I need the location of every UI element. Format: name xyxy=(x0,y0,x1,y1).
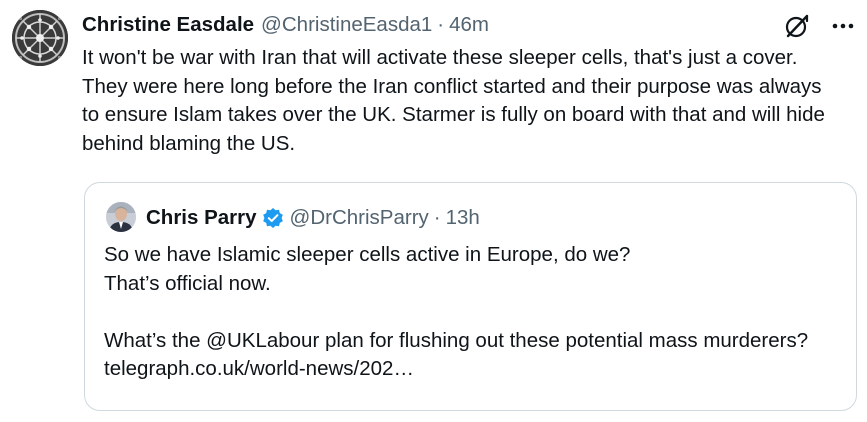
verified-badge-icon xyxy=(262,207,284,229)
quoted-text-line: So we have Islamic sleeper cells active … xyxy=(104,243,631,266)
author-display-name[interactable]: Christine Easdale xyxy=(82,13,254,37)
author-avatar[interactable] xyxy=(12,10,68,66)
quoted-author-handle[interactable]: @DrChrisParry xyxy=(290,206,429,230)
more-icon[interactable] xyxy=(831,14,855,38)
quoted-text-line: That’s official now. xyxy=(104,271,271,295)
tweet[interactable]: Christine Easdale @ChristineEasda1 · 46m xyxy=(0,0,867,422)
tweet-timestamp[interactable]: 46m xyxy=(449,13,489,37)
quoted-author-display-name[interactable]: Chris Parry xyxy=(146,206,257,230)
avatar-image xyxy=(12,10,68,66)
tweet-actions-top xyxy=(783,12,855,40)
tweet-header: Christine Easdale @ChristineEasda1 · 46m xyxy=(82,10,489,40)
quoted-tweet-header: Chris Parry @DrChrisParry · 13h xyxy=(146,203,480,233)
quoted-separator-dot: · xyxy=(433,206,441,229)
quoted-tweet[interactable]: Chris Parry @DrChrisParry · 13h So we ha… xyxy=(84,182,857,411)
tweet-text: It won't be war with Iran that will acti… xyxy=(82,46,825,155)
quoted-author-avatar[interactable] xyxy=(106,202,136,232)
author-handle[interactable]: @ChristineEasda1 xyxy=(261,13,432,37)
quoted-text-line: What’s the @UKLabour plan for flushing o… xyxy=(104,328,809,381)
grok-icon[interactable] xyxy=(783,12,811,40)
quoted-tweet-text: So we have Islamic sleeper cells active … xyxy=(104,241,834,384)
separator-dot: · xyxy=(437,13,445,36)
quoted-tweet-timestamp[interactable]: 13h xyxy=(446,206,480,230)
quoted-avatar-image xyxy=(106,202,136,232)
